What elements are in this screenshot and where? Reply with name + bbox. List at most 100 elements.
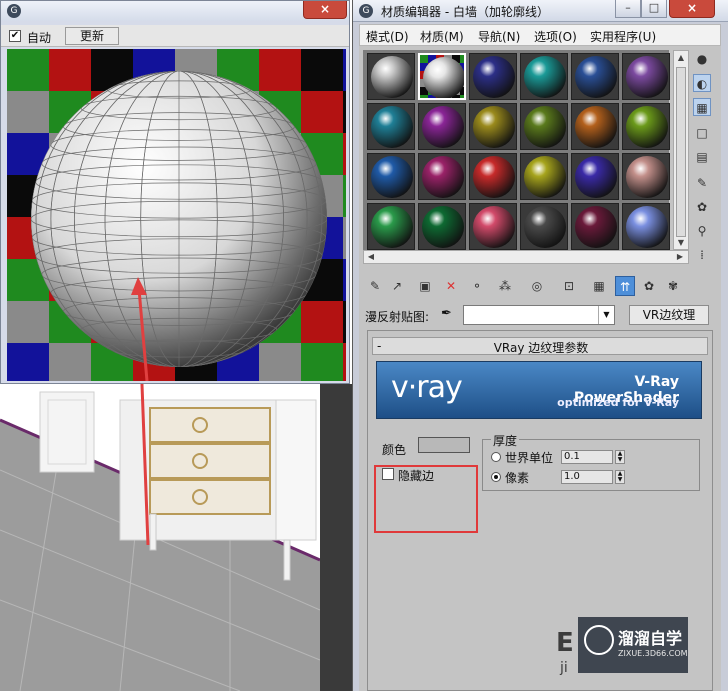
uv-tiling-icon[interactable]: □ (693, 124, 711, 142)
material-name-dropdown[interactable]: ▼ (463, 305, 615, 325)
slot-sphere-body (422, 106, 464, 148)
material-slot[interactable] (622, 53, 670, 100)
assign-to-selection-icon[interactable]: ▣ (415, 276, 435, 296)
get-material-icon[interactable]: ✎ (365, 276, 385, 296)
pixels-radio[interactable] (491, 472, 501, 482)
preview-titlebar[interactable]: G × (1, 1, 349, 21)
menu-utilities[interactable]: 实用程序(U) (590, 28, 656, 45)
slot-sphere (524, 206, 566, 248)
vray-logo: v·ray (391, 370, 463, 405)
select-by-material-icon[interactable]: ⚲ (693, 222, 711, 240)
material-slot[interactable] (469, 203, 517, 250)
menu-options[interactable]: 选项(O) (534, 28, 577, 45)
slot-sphere-body (524, 206, 566, 248)
material-slot[interactable] (418, 103, 466, 150)
material-slot[interactable] (520, 153, 568, 200)
material-slot[interactable] (571, 103, 619, 150)
material-slot[interactable] (367, 53, 415, 100)
diffuse-map-label: 漫反射贴图: (365, 310, 430, 324)
menu-navigation[interactable]: 导航(N) (478, 28, 520, 45)
material-slot[interactable] (571, 203, 619, 250)
go-to-parent-icon[interactable]: ⇈ (615, 276, 635, 296)
menu-mode[interactable]: 模式(D) (366, 28, 409, 45)
material-id-channel-icon[interactable]: ◎ (527, 276, 547, 296)
slot-sphere-body (371, 156, 413, 198)
menu-material[interactable]: 材质(M) (420, 28, 464, 45)
close-button[interactable]: × (303, 1, 347, 19)
auto-checkbox[interactable]: ✔ (9, 30, 21, 42)
material-slot[interactable] (520, 103, 568, 150)
make-unique-icon[interactable]: ⚬ (467, 276, 487, 296)
update-button[interactable]: 更新 (65, 27, 119, 45)
material-map-navigator-icon[interactable]: ⁞ (693, 246, 711, 264)
world-units-spinner-icon[interactable]: ▲ ▼ (615, 450, 625, 464)
slot-sphere (371, 206, 413, 248)
material-slot[interactable] (622, 103, 670, 150)
slot-sphere-body (524, 56, 566, 98)
pixels-field[interactable]: 1.0 (561, 470, 613, 484)
material-slot[interactable] (418, 153, 466, 200)
show-map-icon[interactable]: ⊡ (559, 276, 579, 296)
sample-type-icon[interactable]: ● (693, 50, 711, 68)
options-icon[interactable]: ✿ (693, 198, 711, 216)
material-slot[interactable] (571, 53, 619, 100)
material-preview-window[interactable]: G × ✔ 自动 更新 (0, 0, 350, 384)
put-to-library-icon[interactable]: ⁂ (495, 276, 515, 296)
slot-sphere-body (473, 206, 515, 248)
minimize-button[interactable]: – (615, 0, 641, 18)
slots-vertical-scrollbar[interactable]: ▲ ▼ (673, 50, 689, 250)
preview-render[interactable] (7, 49, 346, 381)
scroll-thumb[interactable] (676, 67, 686, 237)
editor-titlebar[interactable]: G 材质编辑器 - 白墙（加轮廓线） – □ × (353, 0, 728, 22)
material-slot[interactable] (622, 153, 670, 200)
material-slot[interactable] (367, 203, 415, 250)
make-preview-icon[interactable]: ✎ (693, 174, 711, 192)
world-units-field[interactable]: 0.1 (561, 450, 613, 464)
material-slot[interactable] (469, 153, 517, 200)
close-button[interactable]: × (669, 0, 715, 18)
scroll-right-icon[interactable]: ▶ (674, 251, 686, 263)
pixels-spinner-icon[interactable]: ▲ ▼ (615, 470, 625, 484)
slot-sphere-body (626, 56, 668, 98)
map-row: 漫反射贴图: ✒ ▼ VR边纹理 (363, 304, 717, 326)
reset-map-icon[interactable]: ✕ (441, 276, 461, 296)
slot-sphere-body (422, 156, 464, 198)
slot-sphere (524, 106, 566, 148)
scroll-left-icon[interactable]: ◀ (365, 251, 377, 263)
scroll-down-icon[interactable]: ▼ (675, 237, 687, 249)
auto-label: 自动 (27, 31, 52, 45)
vray-banner: v·ray V-Ray PowerShader optimized for V-… (376, 361, 702, 419)
slot-sphere (626, 106, 668, 148)
slot-sphere (524, 156, 566, 198)
video-color-check-icon[interactable]: ▤ (693, 148, 711, 166)
go-forward-to-sibling-icon[interactable]: ✿ (639, 276, 659, 296)
rollout-header[interactable]: - VRay 边纹理参数 (372, 337, 708, 355)
material-slot[interactable] (469, 103, 517, 150)
material-slot[interactable] (571, 153, 619, 200)
world-units-radio[interactable] (491, 452, 501, 462)
material-slot[interactable] (418, 53, 466, 100)
background-icon[interactable]: ▦ (693, 98, 711, 116)
slot-sphere (626, 156, 668, 198)
eyedropper-icon[interactable]: ✒ (441, 306, 452, 321)
scroll-up-icon[interactable]: ▲ (675, 52, 687, 64)
slot-sphere-body (626, 156, 668, 198)
material-slot[interactable] (367, 103, 415, 150)
play-icon (584, 625, 614, 655)
backlight-icon[interactable]: ◐ (693, 74, 711, 92)
show-end-result-icon[interactable]: ▦ (589, 276, 609, 296)
material-slot[interactable] (520, 203, 568, 250)
slot-sphere-body (575, 56, 617, 98)
put-to-scene-icon[interactable]: ↗ (387, 276, 407, 296)
material-slot[interactable] (367, 153, 415, 200)
material-slot[interactable] (520, 53, 568, 100)
edge-color-swatch[interactable] (418, 437, 470, 453)
material-slot[interactable] (418, 203, 466, 250)
background-toggle-icon[interactable]: ✾ (663, 276, 683, 296)
material-slot[interactable] (469, 53, 517, 100)
map-type-button[interactable]: VR边纹理 (629, 305, 709, 325)
maximize-button[interactable]: □ (641, 0, 667, 18)
slots-horizontal-scrollbar[interactable]: ◀ ▶ (363, 250, 689, 264)
material-slot[interactable] (622, 203, 670, 250)
material-editor-window[interactable]: G 材质编辑器 - 白墙（加轮廓线） – □ × 模式(D) 材质(M) 导航(… (352, 0, 728, 691)
